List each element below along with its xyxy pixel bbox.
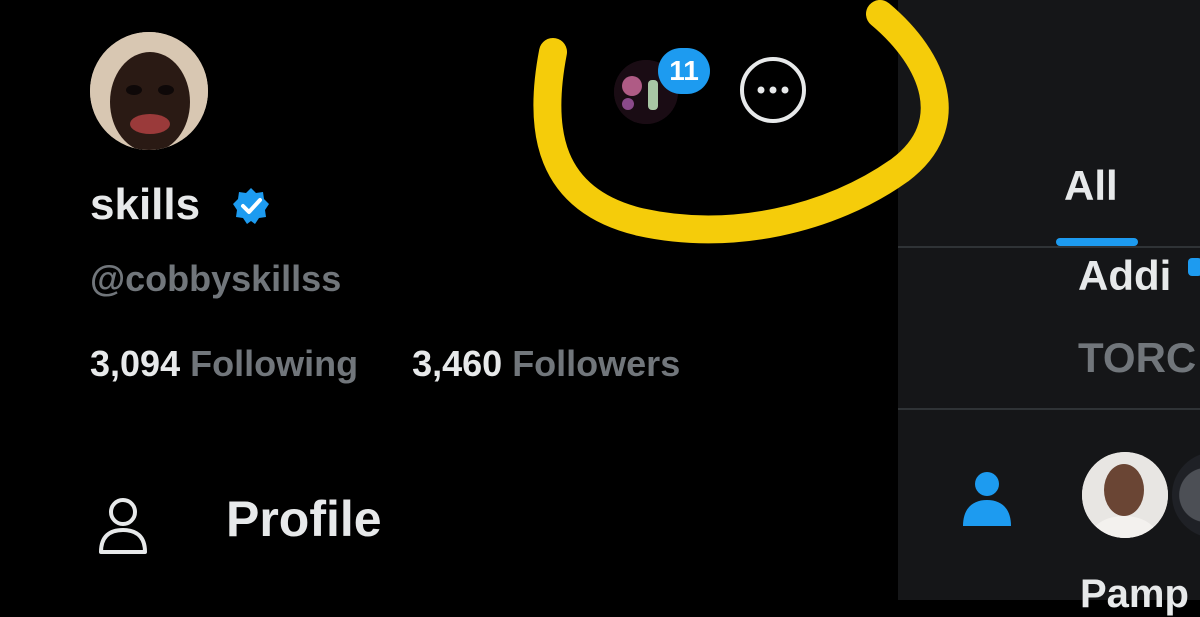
notification-item-name[interactable]: Pamp bbox=[1080, 572, 1189, 617]
following-label: Following bbox=[190, 343, 359, 384]
followers-link[interactable]: 3,460 Followers bbox=[412, 343, 680, 384]
notification-avatar-photo bbox=[1082, 452, 1168, 538]
notification-avatar[interactable] bbox=[1082, 452, 1168, 538]
verified-badge-icon bbox=[1188, 258, 1200, 276]
notification-badge: 11 bbox=[658, 48, 710, 94]
notification-item-subtext: TORC bbox=[1078, 334, 1197, 381]
nav-item-label: Profile bbox=[226, 491, 382, 547]
notification-item-name[interactable]: Addi bbox=[1078, 252, 1171, 300]
list-divider bbox=[898, 408, 1200, 410]
following-link[interactable]: 3,094 Following bbox=[90, 343, 368, 384]
ellipsis-icon bbox=[757, 86, 789, 94]
tab-divider bbox=[898, 246, 1200, 248]
following-count: 3,094 bbox=[90, 343, 181, 384]
more-options-button[interactable] bbox=[740, 57, 806, 123]
followers-count: 3,460 bbox=[412, 343, 503, 384]
verified-badge-icon bbox=[233, 188, 269, 224]
avatar-photo bbox=[90, 32, 208, 150]
side-drawer: skills @cobbyskillss 3,094 Following 3,46… bbox=[0, 0, 898, 600]
profile-avatar[interactable] bbox=[90, 32, 208, 150]
person-outline-icon bbox=[99, 498, 147, 554]
followers-label: Followers bbox=[512, 343, 681, 384]
person-icon bbox=[963, 472, 1011, 526]
display-name: skills bbox=[90, 180, 201, 229]
active-tab-indicator bbox=[1056, 238, 1138, 246]
user-handle: @cobbyskillss bbox=[90, 258, 342, 299]
tab-all[interactable]: All bbox=[1064, 162, 1118, 210]
follow-stats: 3,094 Following 3,460 Followers bbox=[90, 343, 680, 385]
account-switcher[interactable]: 11 bbox=[614, 48, 710, 124]
